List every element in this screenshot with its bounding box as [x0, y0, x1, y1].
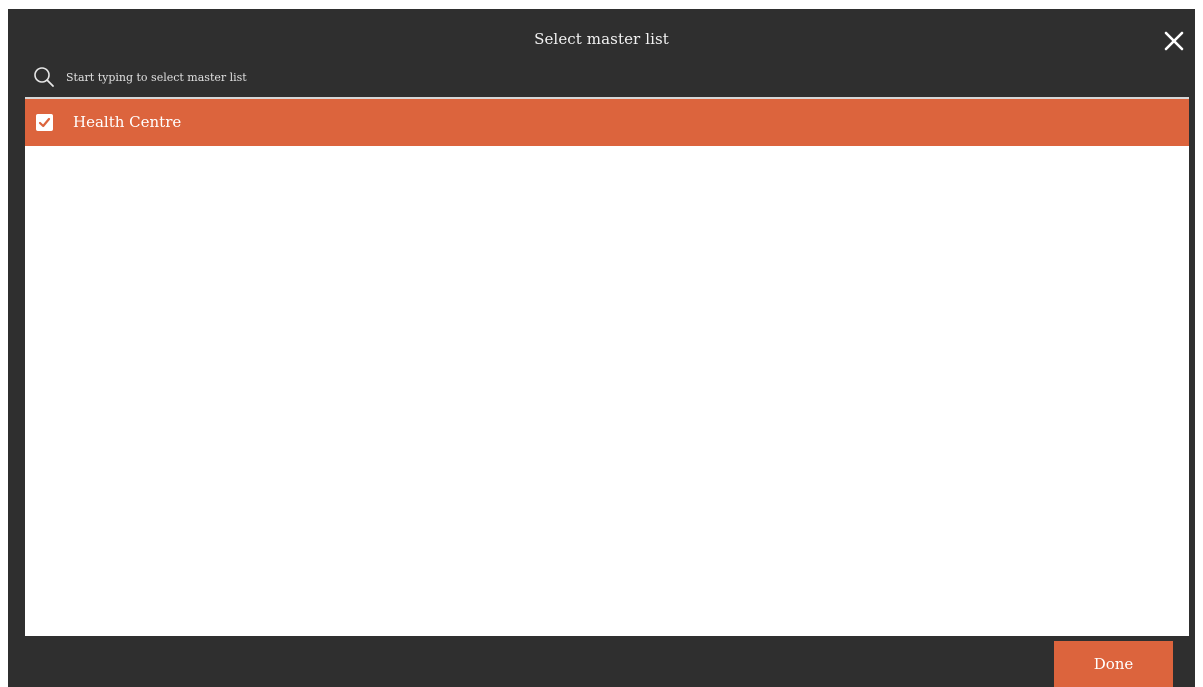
dialog-title: Select master list [534, 30, 669, 48]
close-icon [1164, 31, 1184, 51]
checkbox[interactable] [36, 114, 53, 131]
list-item-label: Health Centre [73, 113, 182, 131]
search-icon [34, 67, 54, 87]
close-button[interactable] [1162, 29, 1186, 53]
checkmark-icon [38, 117, 51, 128]
dialog-header: Select master list [8, 9, 1195, 65]
select-master-list-dialog: Select master list Health Centre Done [8, 9, 1195, 687]
done-button[interactable]: Done [1054, 641, 1173, 687]
search-input[interactable] [66, 67, 666, 87]
master-list: Health Centre [25, 97, 1189, 636]
search-bar [28, 63, 1195, 91]
list-item-health-centre[interactable]: Health Centre [25, 99, 1189, 146]
